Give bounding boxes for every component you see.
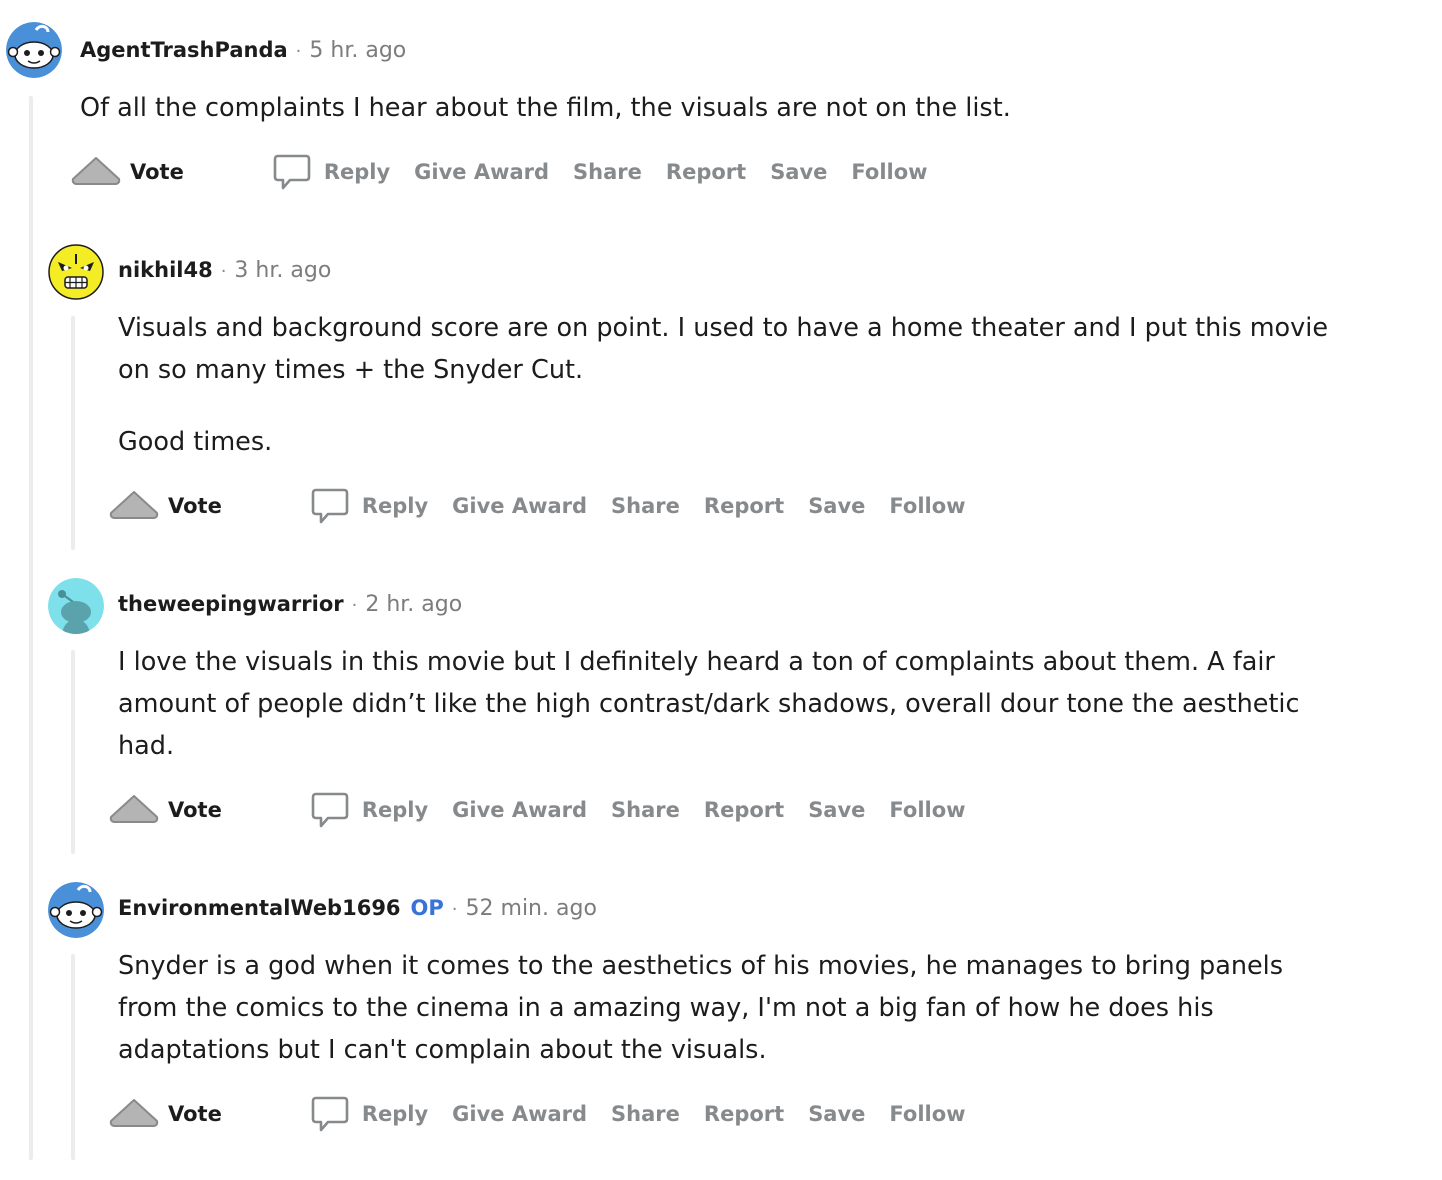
give-award-button[interactable]: Give Award [452,798,587,822]
upvote-button[interactable]: Vote [108,1096,222,1132]
timestamp[interactable]: 3 hr. ago [234,258,331,283]
timestamp[interactable]: 5 hr. ago [309,38,406,63]
follow-button[interactable]: Follow [889,494,965,518]
op-badge: OP [410,896,444,920]
comment-actions: Vote Reply Give Award Share Report Save … [70,152,928,192]
upvote-button[interactable]: Vote [108,792,222,828]
username[interactable]: nikhil48 [118,258,213,282]
save-button[interactable]: Save [770,160,827,184]
username[interactable]: AgentTrashPanda [80,38,288,62]
report-button[interactable]: Report [666,160,746,184]
save-button[interactable]: Save [808,494,865,518]
comment-text: I love the visuals in this movie but I d… [118,647,1300,761]
save-button[interactable]: Save [808,798,865,822]
reply-button[interactable]: Reply [272,152,390,192]
comment-text: Good times. [118,427,273,457]
reply-label: Reply [361,494,429,518]
comment-body: Visuals and background score are on poin… [118,307,1348,463]
vote-label: Vote [168,798,222,822]
comment-meta: AgentTrashPanda · 5 hr. ago [80,38,406,63]
teal-snoo-avatar-icon [48,578,104,634]
follow-button[interactable]: Follow [889,1102,965,1126]
reply-button[interactable]: Reply [310,1094,428,1134]
give-award-button[interactable]: Give Award [414,160,549,184]
user-avatar[interactable] [48,882,104,938]
follow-button[interactable]: Follow [889,798,965,822]
yellow-skull-avatar-icon [48,244,104,300]
reply-label: Reply [361,1102,429,1126]
share-button[interactable]: Share [611,1102,680,1126]
snoo-avatar-icon [6,22,62,78]
user-avatar[interactable] [48,578,104,634]
comment-bubble-icon [273,154,311,190]
comment-meta: nikhil48 · 3 hr. ago [118,258,331,283]
report-button[interactable]: Report [704,494,784,518]
upvote-arrow-icon [109,491,159,519]
vote-label: Vote [168,1102,222,1126]
report-button[interactable]: Report [704,798,784,822]
report-button[interactable]: Report [704,1102,784,1126]
username[interactable]: EnvironmentalWeb1696 [118,896,401,920]
meta-separator: · [295,41,302,62]
comment-text: Visuals and background score are on poin… [118,313,1329,385]
timestamp[interactable]: 2 hr. ago [365,592,462,617]
timestamp[interactable]: 52 min. ago [466,896,597,921]
thread-line-root[interactable] [29,96,33,1160]
follow-button[interactable]: Follow [851,160,927,184]
comment-actions: Vote Reply Give Award Share Report Save … [108,790,966,830]
comment-meta: theweepingwarrior · 2 hr. ago [118,592,462,617]
reply-button[interactable]: Reply [310,790,428,830]
thread-line-reply-3[interactable] [71,954,75,1160]
save-button[interactable]: Save [808,1102,865,1126]
vote-label: Vote [168,494,222,518]
meta-separator: · [220,261,227,282]
share-button[interactable]: Share [573,160,642,184]
upvote-arrow-icon [109,795,159,823]
comment-body: Snyder is a god when it comes to the aes… [118,945,1348,1071]
comment-text: Snyder is a god when it comes to the aes… [118,951,1284,1065]
comment-body: I love the visuals in this movie but I d… [118,641,1348,767]
give-award-button[interactable]: Give Award [452,1102,587,1126]
reply-button[interactable]: Reply [310,486,428,526]
snoo-avatar-icon [48,882,104,938]
upvote-arrow-icon [109,1099,159,1127]
reply-label: Reply [323,160,391,184]
upvote-arrow-icon [71,157,121,185]
comment-meta: EnvironmentalWeb1696 OP · 52 min. ago [118,896,597,921]
meta-separator: · [351,595,358,616]
meta-separator: · [451,899,458,920]
comment-bubble-icon [311,1096,349,1132]
user-avatar[interactable] [48,244,104,300]
username[interactable]: theweepingwarrior [118,592,344,616]
comment-actions: Vote Reply Give Award Share Report Save … [108,486,966,526]
share-button[interactable]: Share [611,494,680,518]
thread-line-reply-2[interactable] [71,650,75,854]
comment-bubble-icon [311,488,349,524]
comment-text: Of all the complaints I hear about the f… [80,93,1011,123]
upvote-button[interactable]: Vote [70,154,184,190]
comment-body: Of all the complaints I hear about the f… [80,87,1380,129]
share-button[interactable]: Share [611,798,680,822]
user-avatar[interactable] [6,22,62,78]
comment-actions: Vote Reply Give Award Share Report Save … [108,1094,966,1134]
vote-label: Vote [130,160,184,184]
give-award-button[interactable]: Give Award [452,494,587,518]
comment-bubble-icon [311,792,349,828]
upvote-button[interactable]: Vote [108,488,222,524]
thread-line-reply-1[interactable] [71,316,75,550]
reply-label: Reply [361,798,429,822]
